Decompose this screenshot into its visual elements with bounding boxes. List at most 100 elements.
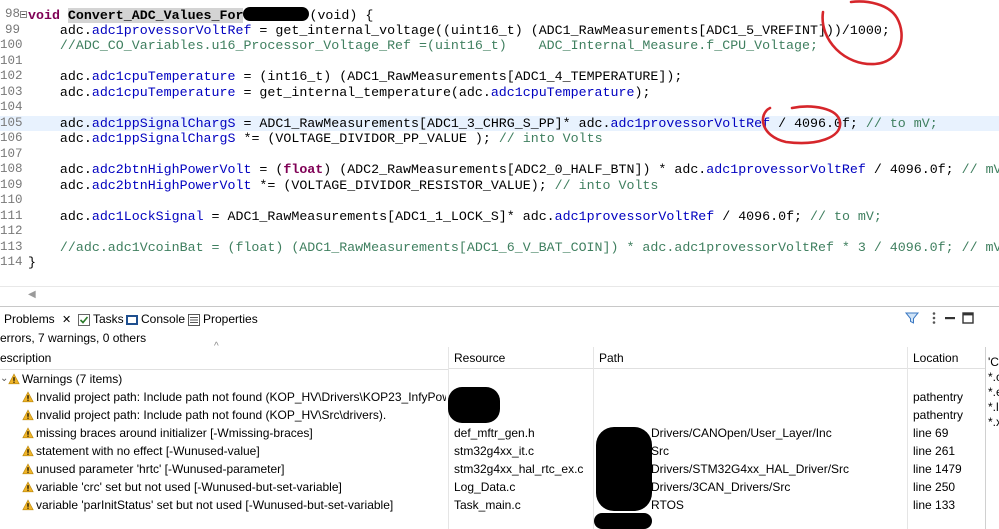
- cell-description: variable 'parInitStatus' set but not use…: [36, 498, 394, 512]
- side-panel-line: *.lo: [988, 400, 999, 414]
- code-token: adc.: [28, 22, 92, 38]
- code-text: adc.adc1cpuTemperature = (int16_t) (ADC1…: [28, 69, 682, 84]
- table-row[interactable]: statement with no effect [-Wunused-value…: [0, 442, 985, 460]
- code-token: adc.: [28, 177, 92, 193]
- table-row[interactable]: missing braces around initializer [-Wmis…: [0, 424, 985, 442]
- code-line[interactable]: 110: [0, 193, 999, 208]
- table-row[interactable]: variable 'parInitStatus' set but not use…: [0, 496, 985, 514]
- line-number: 109: [0, 177, 23, 192]
- code-line[interactable]: 100 //ADC_CO_Variables.u16_Processor_Vol…: [0, 38, 999, 53]
- tab-tasks[interactable]: Tasks: [78, 311, 124, 327]
- side-panel-line: *.x: [988, 415, 999, 429]
- code-token: (void) {: [309, 8, 374, 23]
- code-line[interactable]: 114}: [0, 255, 999, 270]
- code-line[interactable]: 105 adc.adc1ppSignalChargS = ADC1_RawMea…: [0, 115, 999, 131]
- cell-description: Invalid project path: Include path not f…: [36, 390, 446, 404]
- field-token: adc1provessorVoltRef: [706, 162, 866, 177]
- code-line[interactable]: 102 adc.adc1cpuTemperature = (int16_t) (…: [0, 69, 999, 84]
- line-number: 104: [0, 100, 23, 114]
- warnings-group-label: Warnings (7 items): [22, 372, 123, 386]
- cell-location: line 261: [913, 444, 956, 458]
- code-token: adc.: [28, 84, 92, 100]
- field-token: adc1LockSignal: [91, 208, 204, 224]
- code-line[interactable]: 104: [0, 100, 999, 115]
- field-token: adc1cpuTemperature: [91, 84, 236, 100]
- cell-description: unused parameter 'hrtc' [-Wunused-parame…: [36, 462, 285, 476]
- keyword-token: float: [283, 162, 324, 177]
- code-line[interactable]: 106 adc.adc1ppSignalChargS *= (VOLTAGE_D…: [0, 131, 999, 146]
- code-token: adc.: [28, 131, 92, 146]
- warnings-group-row[interactable]: ⌄ Warnings (7 items): [0, 370, 985, 388]
- cell-location: line 250: [913, 480, 956, 494]
- code-line[interactable]: 109 adc.adc2btnHighPowerVolt *= (VOLTAGE…: [0, 178, 999, 193]
- redacted-area: [243, 7, 310, 21]
- code-line[interactable]: 108 adc.adc2btnHighPowerVolt = (float) (…: [0, 162, 999, 177]
- code-token: / 4096.0f;: [770, 115, 866, 131]
- code-token: / 4096.0f;: [714, 208, 811, 224]
- scroll-left-arrow-icon[interactable]: ◀: [28, 289, 36, 300]
- column-header-location[interactable]: Location: [908, 347, 985, 369]
- code-editor[interactable]: 98 void Convert_ADC_Values_For (void) {99 …: [0, 0, 999, 286]
- cell-resource: Log_Data.c: [454, 480, 516, 494]
- editor-horizontal-scrollbar[interactable]: ◀: [0, 286, 999, 304]
- code-token: adc.: [28, 115, 92, 131]
- code-line[interactable]: 112: [0, 224, 999, 239]
- cell-location: pathentry: [913, 408, 964, 422]
- code-text: }: [28, 255, 36, 270]
- line-number: 108: [0, 162, 23, 176]
- column-header-path[interactable]: Path: [594, 347, 907, 369]
- code-token: = ADC1_RawMeasurements[ADC1_1_LOCK_S]* a…: [203, 208, 555, 224]
- redacted-area: [596, 427, 652, 511]
- code-line[interactable]: 98 void Convert_ADC_Values_For (void) {: [0, 7, 999, 23]
- code-line[interactable]: 111 adc.adc1LockSignal = ADC1_RawMeasure…: [0, 209, 999, 224]
- code-text: void Convert_ADC_Values_For (void) {: [28, 7, 373, 23]
- maximize-icon[interactable]: [960, 310, 976, 326]
- line-number: 112: [0, 224, 23, 238]
- expand-chevron-icon[interactable]: ⌄: [0, 370, 8, 388]
- field-token: adc1ppSignalChargS: [91, 131, 236, 146]
- column-header-resource[interactable]: Resource: [449, 347, 593, 369]
- column-header-description[interactable]: escription: [0, 347, 448, 370]
- line-number: 103: [0, 84, 23, 99]
- code-token: adc.: [28, 162, 92, 177]
- code-text: adc.adc1cpuTemperature = get_internal_te…: [28, 84, 651, 100]
- cell-path: [599, 388, 906, 406]
- code-line[interactable]: 113 //adc.adc1VcoinBat = (float) (ADC1_R…: [0, 240, 999, 255]
- side-panel: 'Co*.c*.e*.lo*.x: [985, 347, 999, 529]
- code-text: adc.adc1ppSignalChargS = ADC1_RawMeasure…: [28, 116, 938, 131]
- code-line[interactable]: 107: [0, 147, 999, 162]
- line-number: 107: [0, 146, 23, 161]
- code-text: //adc.adc1VcoinBat = (float) (ADC1_RawMe…: [28, 240, 999, 255]
- warning-icon: [22, 499, 34, 511]
- code-token: = (int16_t) (ADC1_RawMeasurements[ADC1_4…: [235, 69, 683, 84]
- close-icon[interactable]: ✕: [62, 314, 71, 326]
- view-menu-icon[interactable]: [926, 310, 942, 326]
- line-number: 105: [0, 115, 23, 130]
- fold-toggle-icon[interactable]: [20, 11, 27, 18]
- table-row[interactable]: variable 'crc' set but not used [-Wunuse…: [0, 478, 985, 496]
- line-number: 100: [0, 38, 23, 52]
- field-token: adc1provessorVoltRef: [610, 115, 771, 131]
- code-line[interactable]: 103 adc.adc1cpuTemperature = get_interna…: [0, 85, 999, 100]
- warning-icon: [22, 481, 34, 493]
- code-token: = (: [251, 162, 284, 177]
- line-number: 113: [0, 239, 23, 254]
- table-row[interactable]: unused parameter 'hrtc' [-Wunused-parame…: [0, 460, 985, 478]
- warning-icon: [22, 427, 34, 439]
- keyword-token: void: [28, 8, 60, 23]
- problems-summary: errors, 7 warnings, 0 others: [0, 331, 147, 345]
- side-panel-line: *.c: [988, 370, 999, 384]
- filter-icon[interactable]: [904, 310, 920, 326]
- cell-location: line 133: [913, 498, 956, 512]
- tab-problems[interactable]: Problems ✕: [4, 311, 71, 327]
- line-number: 102: [0, 69, 23, 83]
- warning-icon: [22, 391, 34, 403]
- code-line[interactable]: 101: [0, 54, 999, 69]
- cell-description: missing braces around initializer [-Wmis…: [36, 426, 313, 440]
- minimize-icon[interactable]: [942, 310, 958, 326]
- field-token: adc2btnHighPowerVolt: [91, 177, 252, 193]
- warning-icon: [22, 445, 34, 457]
- tab-console[interactable]: Console: [126, 311, 185, 327]
- tab-properties[interactable]: Properties: [188, 311, 258, 327]
- code-line[interactable]: 99 adc.adc1provessorVoltRef = get_intern…: [0, 23, 999, 38]
